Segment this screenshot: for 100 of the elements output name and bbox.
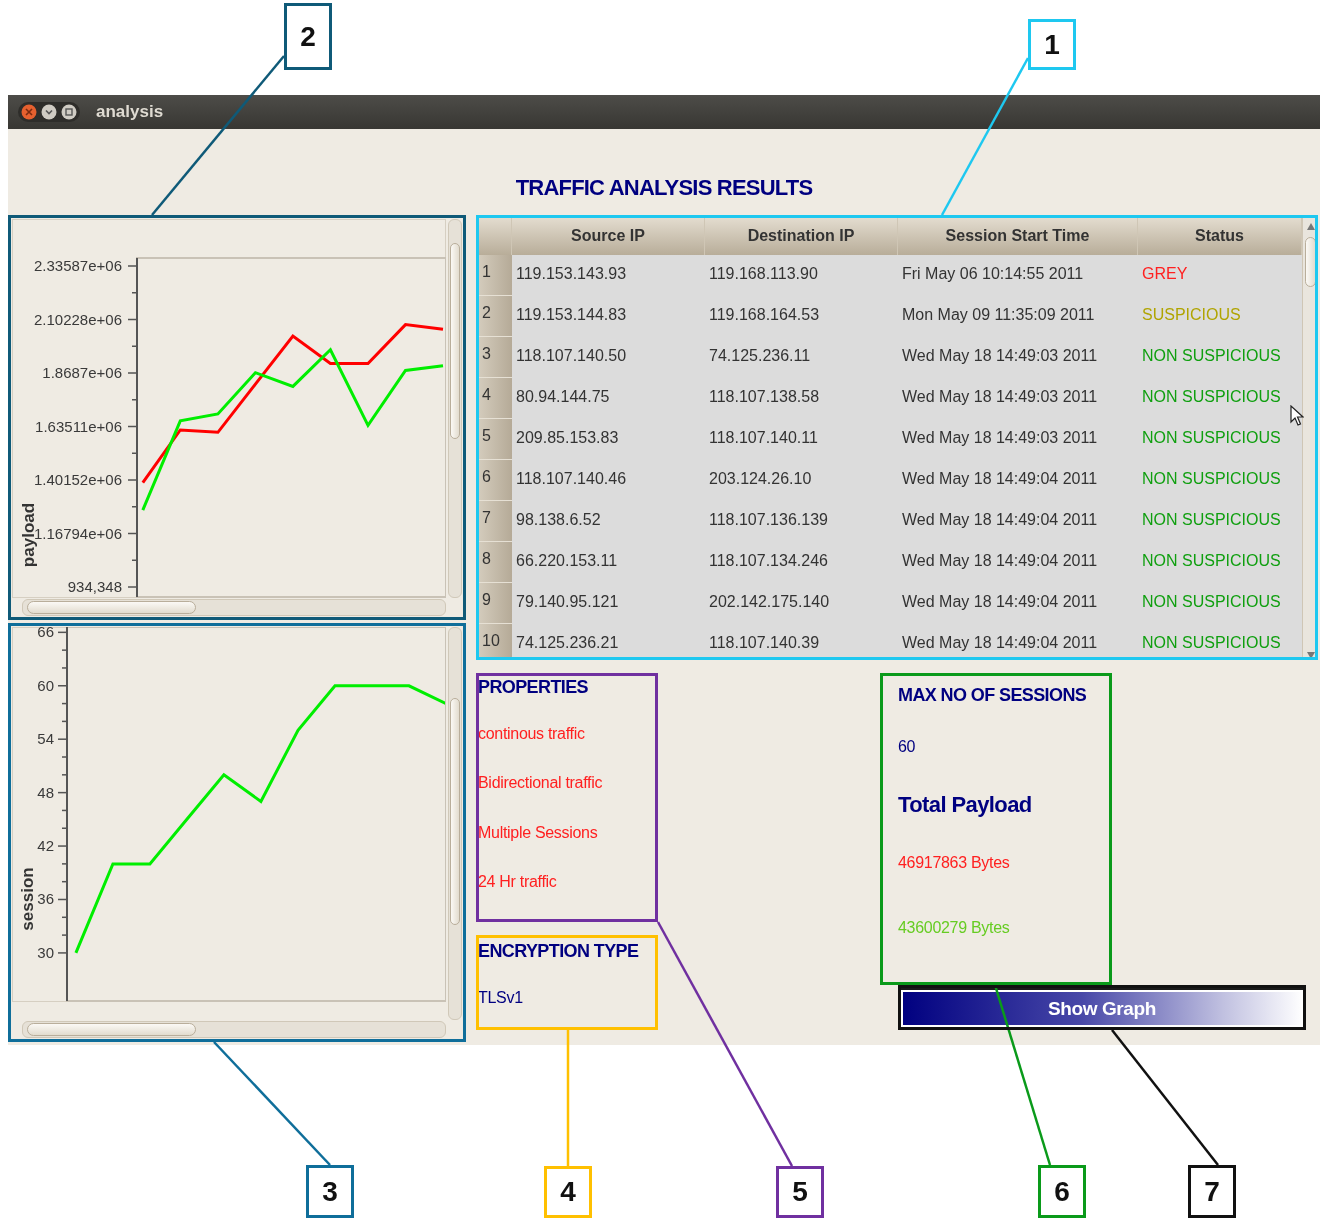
axis-tick-label: 54 (37, 730, 54, 748)
callout-number: 7 (1188, 1165, 1236, 1218)
section-title: MAX NO OF SESSIONS (898, 685, 1087, 706)
table-cell-text: 209.85.153.83 (515, 428, 620, 448)
table-cell-text: 118.107.134.246 (708, 551, 829, 571)
cursor-icon (1290, 405, 1304, 427)
table-cell-text: 79.140.95.121 (515, 592, 620, 612)
status-cell-text: GREY (1141, 264, 1189, 284)
vertical-scrollbar[interactable] (448, 219, 462, 598)
table-cell-text: 203.124.26.10 (708, 469, 813, 489)
table-cell-text: 118.107.138.58 (708, 387, 821, 407)
row-number[interactable]: 5 (478, 419, 512, 460)
table-cell-text: 80.94.144.75 (515, 387, 611, 407)
row-number[interactable]: 3 (478, 337, 512, 378)
close-icon[interactable] (21, 104, 37, 120)
scrollbar-thumb[interactable] (450, 242, 460, 439)
payload-value: 43600279 Bytes (898, 918, 1011, 938)
callout-number: 2 (284, 3, 332, 70)
property-item: 24 Hr traffic (478, 872, 558, 892)
axis-tick-label: 1.8687e+06 (42, 364, 122, 381)
row-number[interactable]: 6 (478, 460, 512, 501)
status-cell-text: NON SUSPICIOUS (1141, 510, 1282, 530)
row-number[interactable]: 2 (478, 296, 512, 337)
callout-number: 4 (544, 1166, 592, 1218)
vertical-scrollbar[interactable] (448, 627, 462, 1020)
status-cell-text: NON SUSPICIOUS (1141, 592, 1282, 612)
status-cell-text: NON SUSPICIOUS (1141, 633, 1282, 653)
status-cell-text: NON SUSPICIOUS (1141, 346, 1282, 366)
axis-tick-label: 934,348 (67, 578, 122, 595)
table-cell-text: 118.107.140.11 (708, 428, 819, 448)
maximize-icon[interactable] (61, 104, 77, 120)
column-header[interactable]: Session Start Time (898, 217, 1138, 255)
scrollbar-thumb[interactable] (1305, 237, 1316, 287)
axis-tick-label: 1.63511e+06 (35, 417, 122, 435)
table-cell-text: Wed May 18 14:49:03 2011 (901, 346, 1099, 366)
table-cell-text: Fri May 06 10:14:55 2011 (901, 264, 1085, 284)
table-cell-text: Wed May 18 14:49:04 2011 (901, 551, 1099, 571)
table-cell-text: 118.107.140.39 (708, 633, 821, 653)
property-item: Bidirectional traffic (478, 774, 604, 794)
scroll-down-icon[interactable] (1307, 652, 1315, 658)
scroll-up-icon[interactable] (1307, 223, 1315, 230)
axis-title: session (18, 867, 37, 931)
axis-tick-label: 48 (37, 783, 54, 801)
section-title: PROPERTIES (478, 677, 589, 698)
column-header[interactable]: Source IP (512, 217, 705, 255)
payload-value: 46917863 Bytes (898, 853, 1011, 873)
property-item: continous traffic (478, 725, 586, 744)
window-title: analysis (96, 102, 164, 122)
table-cell-text: 118.107.140.46 (515, 469, 628, 489)
table-cell-text: 202.142.175.140 (708, 592, 831, 612)
table-cell-text: Wed May 18 14:49:03 2011 (901, 428, 1099, 448)
table-cell-text: 118.107.140.50 (515, 346, 628, 366)
minimize-icon[interactable] (41, 104, 57, 120)
status-cell-text: NON SUSPICIOUS (1141, 428, 1282, 448)
axis-tick-label: 30 (37, 943, 54, 961)
scrollbar-thumb[interactable] (450, 698, 460, 926)
axis-tick-label: 66 (37, 627, 54, 641)
row-number[interactable]: 8 (478, 542, 512, 583)
table-cell-text: Wed May 18 14:49:04 2011 (901, 510, 1099, 530)
table-cell-text: 74.125.236.21 (515, 633, 620, 653)
page-heading: TRAFFIC ANALYSIS RESULTS (515, 175, 813, 201)
scrollbar-thumb[interactable] (27, 601, 196, 614)
table-cell-text: 119.153.143.93 (515, 264, 628, 284)
status-cell-text: SUSPICIOUS (1141, 305, 1242, 325)
encryption-value: TLSv1 (478, 989, 524, 1007)
table-cell-text: Wed May 18 14:49:04 2011 (901, 633, 1099, 653)
axis-tick-label: 1.40152e+06 (34, 471, 122, 488)
table-cell-text: Wed May 18 14:49:04 2011 (901, 469, 1099, 489)
row-number[interactable]: 1 (478, 255, 512, 296)
table-cell-text: 119.153.144.83 (515, 305, 628, 325)
row-number[interactable]: 10 (478, 624, 512, 658)
horizontal-scrollbar[interactable] (22, 599, 446, 616)
table-cell-text: Wed May 18 14:49:03 2011 (901, 387, 1099, 407)
table-cell-text: 119.168.164.53 (708, 305, 821, 325)
column-header[interactable]: Status (1138, 217, 1302, 255)
row-number[interactable]: 4 (478, 378, 512, 419)
callout-number: 1 (1028, 19, 1076, 70)
axis-tick-label: 42 (37, 837, 54, 855)
row-number[interactable]: 9 (478, 583, 512, 624)
status-cell-text: NON SUSPICIOUS (1141, 387, 1282, 407)
axis-tick-label: 2.10228e+06 (34, 310, 122, 328)
callout-number: 3 (306, 1165, 354, 1218)
table-cell-text: Mon May 09 11:35:09 2011 (901, 305, 1096, 325)
section-title: ENCRYPTION TYPE (478, 941, 639, 962)
axis-tick-label: 36 (37, 890, 54, 908)
row-number[interactable]: 7 (478, 501, 512, 542)
status-cell-text: NON SUSPICIOUS (1141, 551, 1282, 571)
table-cell-text: 66.220.153.11 (515, 551, 619, 571)
table-cell-text: 119.168.113.90 (708, 264, 819, 284)
table-cell-text: 74.125.236.11 (708, 346, 812, 366)
table-cell-text: 118.107.136.139 (708, 510, 829, 530)
sessions-value: 60 (898, 738, 917, 757)
horizontal-scrollbar[interactable] (22, 1021, 446, 1038)
scrollbar-thumb[interactable] (27, 1023, 196, 1036)
callout-number: 6 (1038, 1165, 1086, 1218)
column-header[interactable]: Destination IP (705, 217, 898, 255)
status-cell-text: NON SUSPICIOUS (1141, 469, 1282, 489)
axis-tick-label: 2.33587e+06 (34, 257, 122, 274)
table-cell-text: Wed May 18 14:49:04 2011 (901, 592, 1099, 612)
section-title: Total Payload (898, 791, 1032, 819)
